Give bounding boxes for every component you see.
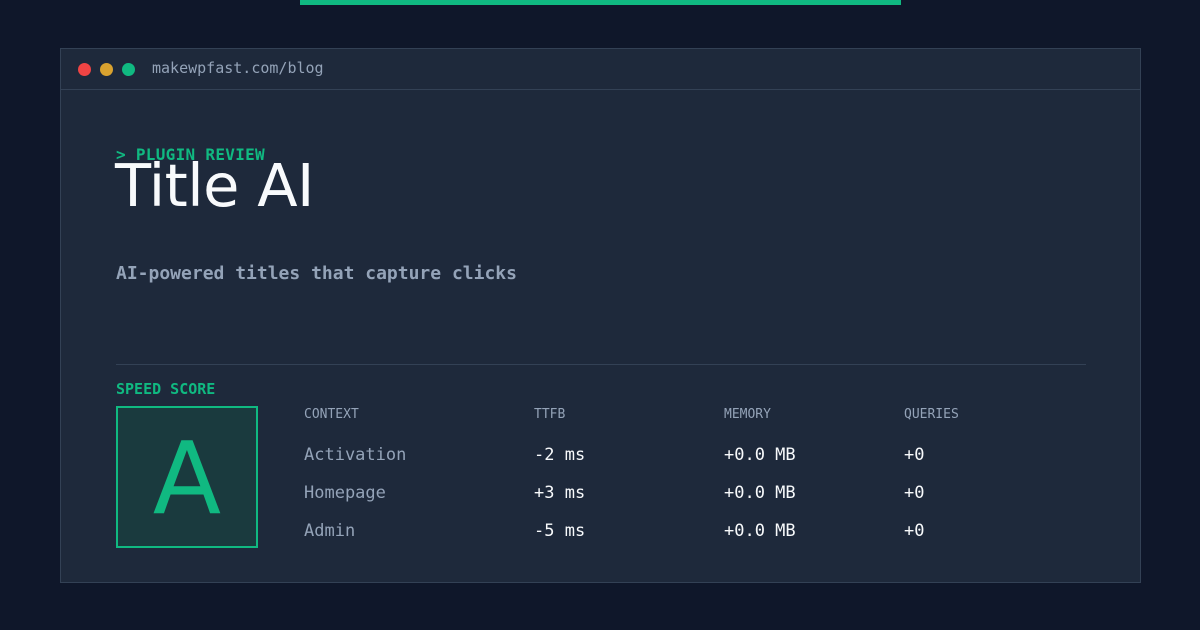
- close-dot-icon[interactable]: [78, 63, 91, 76]
- window-url: makewpfast.com/blog: [152, 59, 324, 77]
- row-activation-ttfb: -2 ms: [534, 445, 586, 465]
- row-activation-context: Activation: [304, 445, 407, 465]
- column-header-ttfb: TTFB: [534, 407, 566, 422]
- row-admin-ttfb: -5 ms: [534, 521, 586, 541]
- browser-window: makewpfast.com/blog > PLUGIN REVIEW Titl…: [60, 48, 1141, 583]
- row-homepage-memory: +0.0 MB: [724, 483, 796, 503]
- top-accent-bar: [300, 0, 901, 5]
- column-header-memory: MEMORY: [724, 407, 771, 422]
- grade-letter: A: [152, 420, 222, 537]
- column-header-context: CONTEXT: [304, 407, 359, 422]
- row-admin-memory: +0.0 MB: [724, 521, 796, 541]
- row-admin-context: Admin: [304, 521, 356, 541]
- maximize-dot-icon[interactable]: [122, 63, 135, 76]
- row-homepage-ttfb: +3 ms: [534, 483, 586, 503]
- page-subtitle: AI-powered titles that capture clicks: [116, 263, 517, 284]
- section-divider: [116, 364, 1086, 365]
- grade-badge: A: [116, 406, 258, 548]
- row-homepage-queries: +0: [904, 483, 925, 503]
- row-admin-queries: +0: [904, 521, 925, 541]
- minimize-dot-icon[interactable]: [100, 63, 113, 76]
- column-header-queries: QUERIES: [904, 407, 959, 422]
- window-titlebar: makewpfast.com/blog: [61, 49, 1140, 90]
- page-title: Title AI: [115, 151, 314, 220]
- row-activation-memory: +0.0 MB: [724, 445, 796, 465]
- speed-score-label: SPEED SCORE: [116, 380, 216, 398]
- row-activation-queries: +0: [904, 445, 925, 465]
- row-homepage-context: Homepage: [304, 483, 386, 503]
